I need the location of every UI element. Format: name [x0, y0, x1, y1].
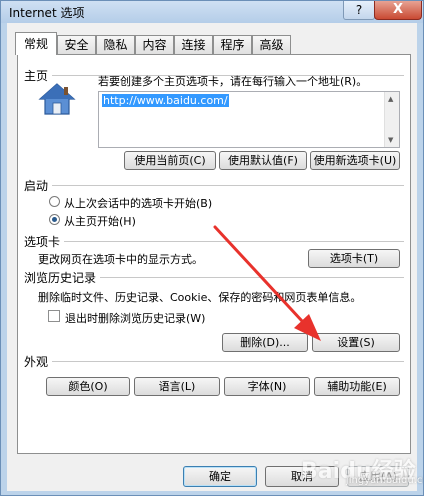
history-settings-button[interactable]: 设置(S) [312, 333, 400, 352]
delete-on-exit-label: 退出时删除浏览历史记录(W) [65, 312, 206, 325]
divider [64, 241, 404, 242]
home-page-url: http://www.baidu.com/ [102, 94, 229, 107]
use-current-button[interactable]: 使用当前页(C) [124, 151, 216, 170]
tab-connections[interactable]: 连接 [174, 35, 213, 54]
tabs-heading: 选项卡 [24, 235, 61, 249]
general-tab-panel: 主页 若要创建多个主页选项卡，请在每行输入一个地址(R)。 http://www… [17, 54, 411, 454]
delete-on-exit-checkbox[interactable] [48, 310, 60, 322]
home-icon [38, 83, 76, 115]
fonts-button[interactable]: 字体(N) [224, 377, 310, 396]
tab-general[interactable]: 常规 [15, 32, 57, 55]
delete-history-button[interactable]: 删除(D)... [222, 333, 308, 352]
use-new-tab-button[interactable]: 使用新选项卡(U) [310, 151, 400, 170]
languages-button[interactable]: 语言(L) [134, 377, 220, 396]
accessibility-button[interactable]: 辅助功能(E) [314, 377, 400, 396]
home-instruction: 若要创建多个主页选项卡，请在每行输入一个地址(R)。 [98, 75, 368, 88]
tab-security[interactable]: 安全 [57, 35, 96, 54]
dialog-client-area: 常规 安全 隐私 内容 连接 程序 高级 主页 若要创建多个主页选项卡，请在每行… [7, 23, 417, 491]
scroll-down-icon[interactable]: ▼ [388, 136, 393, 144]
internet-options-window: Internet 选项 ? X 常规 安全 隐私 内容 连接 程序 高级 主页 … [0, 0, 424, 496]
help-button[interactable]: ? [343, 1, 375, 20]
use-default-button[interactable]: 使用默认值(F) [219, 151, 307, 170]
tab-advanced[interactable]: 高级 [252, 35, 291, 54]
close-button[interactable]: X [374, 1, 422, 20]
tabs-description: 更改网页在选项卡中的显示方式。 [38, 253, 203, 266]
tab-content[interactable]: 内容 [135, 35, 174, 54]
startup-heading: 启动 [24, 179, 49, 193]
colors-button[interactable]: 颜色(O) [46, 377, 130, 396]
tabs-button[interactable]: 选项卡(T) [308, 249, 400, 268]
divider [100, 277, 404, 278]
radio-start-home[interactable] [49, 214, 60, 225]
tab-privacy[interactable]: 隐私 [96, 35, 135, 54]
textarea-scrollbar[interactable]: ▲ ▼ [384, 92, 399, 147]
appearance-heading: 外观 [24, 355, 49, 369]
history-heading: 浏览历史记录 [24, 271, 97, 285]
radio-last-session[interactable] [49, 196, 60, 207]
watermark-url: jingyan.baidu.com [346, 475, 423, 486]
history-description: 删除临时文件、历史记录、Cookie、保存的密码和网页表单信息。 [38, 291, 362, 304]
home-page-textarea[interactable]: http://www.baidu.com/ ▲ ▼ [98, 91, 400, 148]
scroll-up-icon[interactable]: ▲ [388, 95, 393, 103]
divider [52, 361, 404, 362]
window-title: Internet 选项 [9, 6, 85, 20]
divider [52, 185, 404, 186]
radio-start-home-label: 从主页开始(H) [64, 215, 136, 228]
radio-last-session-label: 从上次会话中的选项卡开始(B) [64, 197, 213, 210]
ok-button[interactable]: 确定 [183, 466, 257, 487]
tab-programs[interactable]: 程序 [213, 35, 252, 54]
title-bar: Internet 选项 ? X [1, 1, 423, 23]
